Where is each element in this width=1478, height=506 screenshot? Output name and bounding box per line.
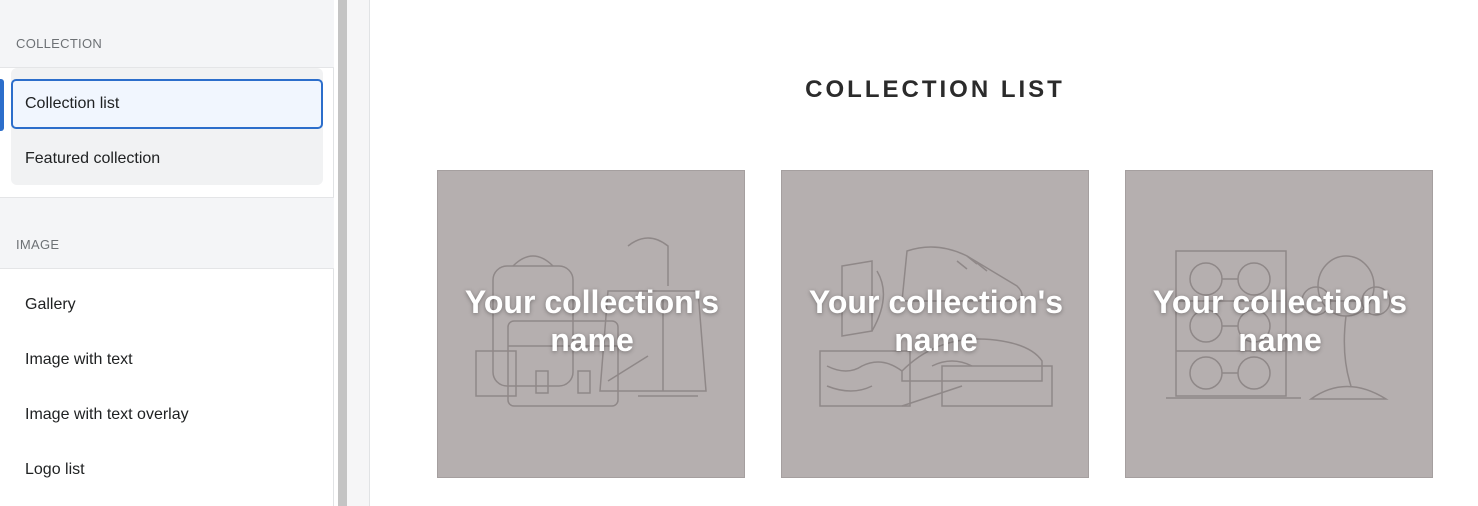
collection-list-title: COLLECTION LIST bbox=[805, 76, 1065, 103]
selected-indicator bbox=[0, 79, 4, 131]
collection-name: Your collection's name bbox=[1152, 284, 1408, 358]
collection-name: Your collection's name bbox=[464, 284, 720, 358]
collection-name: Your collection's name bbox=[808, 284, 1064, 358]
section-header-image: IMAGE bbox=[0, 197, 334, 269]
collection-card[interactable]: Your collection's name bbox=[781, 170, 1089, 478]
sidebar-item-image-with-text[interactable]: Image with text bbox=[11, 335, 323, 385]
sidebar-item-logo-list[interactable]: Logo list bbox=[11, 445, 323, 495]
sidebar-item-featured-collection[interactable]: Featured collection bbox=[11, 134, 323, 184]
sidebar-item-label: Collection list bbox=[25, 95, 120, 112]
section-header-collection: COLLECTION bbox=[0, 0, 334, 68]
sidebar-item-label: Image with text bbox=[25, 351, 133, 368]
sidebar-scrollbar[interactable] bbox=[338, 0, 347, 506]
sidebar-item-label: Featured collection bbox=[25, 150, 161, 167]
preview-gutter bbox=[347, 0, 370, 506]
sidebar-item-image-with-text-overlay[interactable]: Image with text overlay bbox=[11, 390, 323, 440]
section-sidebar: COLLECTION Collection list Featured coll… bbox=[0, 0, 334, 506]
section-header-label: COLLECTION bbox=[16, 36, 103, 51]
sidebar-item-label: Image with text overlay bbox=[25, 406, 189, 423]
sidebar-item-label: Gallery bbox=[25, 296, 76, 313]
sidebar-item-gallery[interactable]: Gallery bbox=[11, 280, 323, 330]
collection-card[interactable]: Your collection's name bbox=[437, 170, 745, 478]
sidebar-item-collection-list[interactable]: Collection list bbox=[11, 79, 323, 129]
sidebar-item-label: Logo list bbox=[25, 461, 85, 478]
preview-pane: COLLECTION LIST Your collection's name Y… bbox=[371, 0, 1478, 506]
section-header-label: IMAGE bbox=[16, 237, 60, 252]
collection-card[interactable]: Your collection's name bbox=[1125, 170, 1433, 478]
